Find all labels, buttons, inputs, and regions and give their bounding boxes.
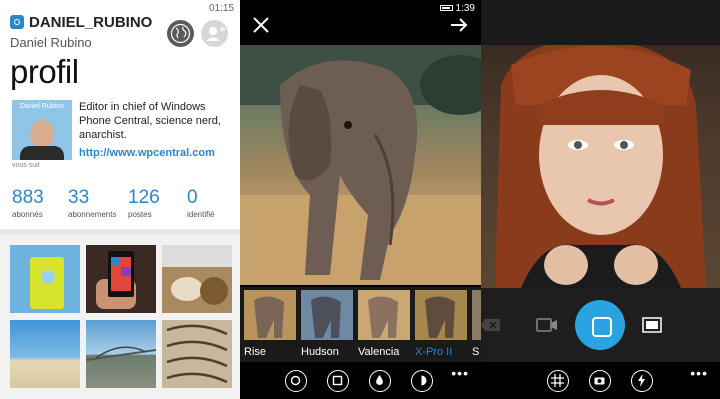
username: DANIEL_RUBINO — [29, 14, 153, 31]
camera-screen: ••• — [481, 0, 720, 399]
shutter-icon[interactable] — [575, 300, 625, 350]
avatar[interactable]: Daniel Rubino — [12, 100, 72, 160]
photo-thumbnail[interactable] — [162, 245, 232, 313]
filter-thumbnail-active[interactable] — [415, 290, 467, 340]
filter-label[interactable]: Valencia — [358, 346, 399, 358]
stat-label: postes — [128, 210, 152, 219]
stat-value: 126 — [128, 187, 160, 208]
photo-grid — [0, 235, 240, 399]
profile-header: DANIEL_RUBINO — [10, 14, 152, 32]
filter-thumbnail[interactable] — [472, 290, 481, 340]
page-title: profil — [10, 53, 79, 90]
grid-icon[interactable] — [547, 370, 569, 392]
rotate-icon[interactable] — [285, 370, 307, 392]
camera-toolbar: ••• — [481, 362, 720, 399]
filter-thumbnail[interactable] — [244, 290, 296, 340]
stat-value: 33 — [68, 187, 90, 208]
lux-icon[interactable] — [411, 370, 433, 392]
filter-label[interactable]: Hudson — [301, 346, 339, 358]
photo-thumbnail[interactable] — [10, 320, 80, 388]
filter-label[interactable]: S — [472, 346, 479, 358]
filter-strip: Rise Hudson Valencia X-Pro II S — [240, 287, 481, 362]
stat-value: 883 — [12, 187, 44, 208]
avatar-face — [30, 120, 54, 148]
status-time: 01:15 — [208, 3, 234, 14]
drop-icon[interactable] — [369, 370, 391, 392]
stat-value: 0 — [187, 187, 198, 208]
instagram-logo-icon — [10, 15, 24, 29]
follows-you-label: vous suit — [12, 162, 40, 169]
filter-toolbar: ••• — [240, 362, 481, 399]
stat-following[interactable]: 33 abonnements — [68, 187, 116, 219]
photo-thumbnail[interactable] — [85, 320, 157, 388]
filter-thumbnail[interactable] — [301, 290, 353, 340]
flip-camera-icon[interactable] — [589, 370, 611, 392]
filter-label-active[interactable]: X-Pro II — [415, 346, 452, 358]
stat-label: identifié — [187, 210, 215, 219]
photo-thumbnail[interactable] — [162, 320, 232, 388]
photo-thumbnail[interactable] — [86, 245, 156, 313]
delete-icon[interactable] — [481, 317, 501, 333]
flash-icon[interactable] — [631, 370, 653, 392]
more-icon[interactable]: ••• — [690, 365, 708, 381]
stat-followers[interactable]: 883 abonnés — [12, 187, 44, 219]
video-icon[interactable] — [536, 318, 558, 332]
camera-viewfinder — [481, 45, 720, 288]
stat-tagged[interactable]: 0 identifié — [187, 187, 215, 219]
status-time: 1:39 — [455, 3, 475, 14]
close-icon[interactable] — [251, 14, 271, 36]
full-name: Daniel Rubino — [10, 35, 92, 50]
gallery-icon[interactable] — [642, 317, 662, 333]
stat-label: abonnements — [68, 210, 117, 219]
stat-label: abonnés — [12, 210, 43, 219]
filter-screen: 1:39 Rise Hudson Valencia X-Pro II S ••• — [240, 0, 481, 399]
filter-label[interactable]: Rise — [244, 346, 266, 358]
edited-photo — [240, 45, 481, 285]
arrow-right-icon[interactable] — [448, 14, 470, 36]
filter-thumbnail[interactable] — [358, 290, 410, 340]
globe-icon[interactable] — [167, 20, 194, 47]
photo-thumbnail[interactable] — [10, 245, 80, 313]
bio: Editor in chief of Windows Phone Central… — [79, 101, 221, 141]
website-link[interactable]: http://www.wpcentral.com — [79, 147, 215, 159]
profile-screen: 01:15 DANIEL_RUBINO Daniel Rubino profil… — [0, 0, 240, 399]
frame-icon[interactable] — [327, 370, 349, 392]
battery-icon — [440, 5, 453, 11]
avatar-label: Daniel Rubino — [20, 103, 64, 110]
more-icon[interactable]: ••• — [451, 365, 469, 381]
camera-controls — [481, 288, 720, 362]
avatar-shirt — [20, 146, 64, 160]
stat-posts[interactable]: 126 postes — [128, 187, 160, 219]
add-user-icon[interactable] — [201, 20, 228, 47]
